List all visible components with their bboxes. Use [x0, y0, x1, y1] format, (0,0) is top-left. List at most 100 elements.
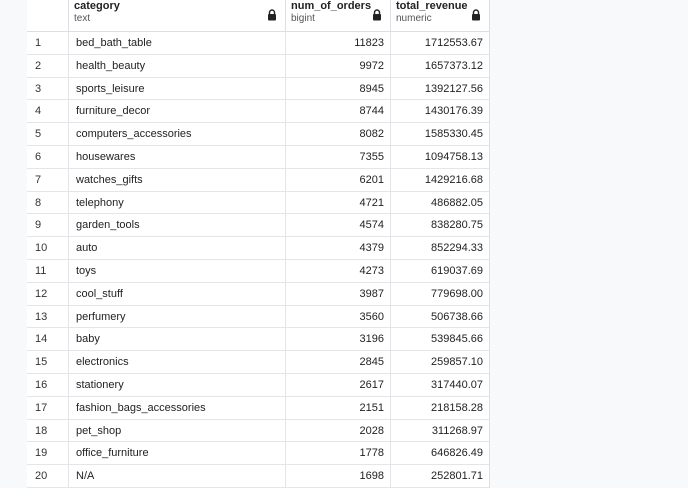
table-row[interactable]: 3 sports_leisure 8945 1392127.56: [27, 77, 489, 101]
column-header-total-revenue[interactable]: total_revenue numeric: [391, 0, 489, 31]
cell-num-of-orders[interactable]: 2151: [286, 396, 391, 419]
cell-num-of-orders[interactable]: 3987: [286, 282, 391, 305]
cell-num-of-orders[interactable]: 3560: [286, 305, 391, 328]
cell-category[interactable]: health_beauty: [69, 54, 286, 77]
cell-total-revenue[interactable]: 1392127.56: [391, 78, 489, 100]
cell-category[interactable]: toys: [69, 259, 286, 282]
cell-num-of-orders[interactable]: 8945: [286, 77, 391, 100]
table-row[interactable]: 14 baby 3196 539845.66: [27, 328, 489, 352]
table-row[interactable]: 2 health_beauty 9972 1657373.12: [27, 54, 489, 78]
table-row[interactable]: 1 bed_bath_table 11823 1712553.67: [27, 32, 489, 55]
cell-total-revenue[interactable]: 506738.66: [391, 306, 489, 328]
row-number[interactable]: 15: [27, 351, 69, 373]
row-number[interactable]: 20: [27, 465, 69, 487]
row-number[interactable]: 5: [27, 123, 69, 145]
cell-category[interactable]: cool_stuff: [69, 282, 286, 305]
cell-category[interactable]: perfumery: [69, 305, 286, 328]
row-number[interactable]: 2: [27, 54, 69, 77]
column-header-num-of-orders[interactable]: num_of_orders bigint: [286, 0, 391, 31]
cell-total-revenue[interactable]: 779698.00: [391, 283, 489, 305]
cell-total-revenue[interactable]: 1094758.13: [391, 146, 489, 168]
column-header-category[interactable]: category text: [69, 0, 286, 31]
row-number[interactable]: 19: [27, 442, 69, 465]
row-number[interactable]: 1: [27, 32, 69, 54]
cell-category[interactable]: fashion_bags_accessories: [69, 396, 286, 419]
table-row[interactable]: 17 fashion_bags_accessories 2151 218158.28: [27, 396, 489, 420]
row-number[interactable]: 6: [27, 145, 69, 168]
table-row[interactable]: 18 pet_shop 2028 311268.97: [27, 419, 489, 443]
cell-num-of-orders[interactable]: 8744: [286, 100, 391, 123]
cell-num-of-orders[interactable]: 7355: [286, 145, 391, 168]
row-number[interactable]: 13: [27, 305, 69, 328]
cell-category[interactable]: auto: [69, 237, 286, 259]
cell-num-of-orders[interactable]: 4721: [286, 191, 391, 214]
row-number[interactable]: 7: [27, 168, 69, 191]
table-row[interactable]: 16 stationery 2617 317440.07: [27, 373, 489, 397]
table-row[interactable]: 13 perfumery 3560 506738.66: [27, 305, 489, 329]
row-number[interactable]: 3: [27, 77, 69, 100]
cell-total-revenue[interactable]: 311268.97: [391, 420, 489, 442]
table-row[interactable]: 7 watches_gifts 6201 1429216.68: [27, 168, 489, 192]
table-row[interactable]: 8 telephony 4721 486882.05: [27, 191, 489, 215]
cell-num-of-orders[interactable]: 11823: [286, 32, 391, 54]
row-number[interactable]: 16: [27, 373, 69, 396]
cell-total-revenue[interactable]: 1712553.67: [391, 32, 489, 54]
table-row[interactable]: 6 housewares 7355 1094758.13: [27, 145, 489, 169]
cell-total-revenue[interactable]: 1585330.45: [391, 123, 489, 145]
cell-category[interactable]: telephony: [69, 191, 286, 214]
row-number[interactable]: 18: [27, 419, 69, 442]
table-row[interactable]: 10 auto 4379 852294.33: [27, 237, 489, 260]
cell-total-revenue[interactable]: 838280.75: [391, 214, 489, 236]
cell-num-of-orders[interactable]: 9972: [286, 54, 391, 77]
cell-num-of-orders[interactable]: 3196: [286, 328, 391, 351]
row-number[interactable]: 12: [27, 282, 69, 305]
cell-category[interactable]: pet_shop: [69, 419, 286, 442]
cell-category[interactable]: sports_leisure: [69, 77, 286, 100]
cell-num-of-orders[interactable]: 4273: [286, 259, 391, 282]
row-number[interactable]: 11: [27, 259, 69, 282]
cell-total-revenue[interactable]: 252801.71: [391, 465, 489, 487]
cell-category[interactable]: garden_tools: [69, 214, 286, 237]
cell-category[interactable]: electronics: [69, 351, 286, 373]
table-row[interactable]: 4 furniture_decor 8744 1430176.39: [27, 100, 489, 124]
table-row[interactable]: 20 N/A 1698 252801.71: [27, 465, 489, 488]
cell-total-revenue[interactable]: 1657373.12: [391, 55, 489, 77]
row-number[interactable]: 9: [27, 214, 69, 237]
cell-num-of-orders[interactable]: 2028: [286, 419, 391, 442]
row-number[interactable]: 8: [27, 191, 69, 214]
cell-num-of-orders[interactable]: 1778: [286, 442, 391, 465]
cell-num-of-orders[interactable]: 4379: [286, 237, 391, 259]
cell-category[interactable]: housewares: [69, 145, 286, 168]
cell-total-revenue[interactable]: 539845.66: [391, 328, 489, 350]
cell-category[interactable]: baby: [69, 328, 286, 351]
cell-total-revenue[interactable]: 646826.49: [391, 442, 489, 464]
cell-category[interactable]: office_furniture: [69, 442, 286, 465]
row-number[interactable]: 4: [27, 100, 69, 123]
cell-num-of-orders[interactable]: 8082: [286, 123, 391, 145]
row-number[interactable]: 17: [27, 396, 69, 419]
cell-total-revenue[interactable]: 317440.07: [391, 374, 489, 396]
table-row[interactable]: 5 computers_accessories 8082 1585330.45: [27, 123, 489, 146]
table-row[interactable]: 12 cool_stuff 3987 779698.00: [27, 282, 489, 306]
cell-category[interactable]: bed_bath_table: [69, 32, 286, 54]
table-row[interactable]: 9 garden_tools 4574 838280.75: [27, 214, 489, 238]
cell-num-of-orders[interactable]: 2617: [286, 373, 391, 396]
table-row[interactable]: 19 office_furniture 1778 646826.49: [27, 442, 489, 466]
cell-category[interactable]: watches_gifts: [69, 168, 286, 191]
cell-total-revenue[interactable]: 259857.10: [391, 351, 489, 373]
cell-num-of-orders[interactable]: 2845: [286, 351, 391, 373]
cell-total-revenue[interactable]: 486882.05: [391, 192, 489, 214]
cell-category[interactable]: stationery: [69, 373, 286, 396]
row-number[interactable]: 10: [27, 237, 69, 259]
cell-category[interactable]: furniture_decor: [69, 100, 286, 123]
table-row[interactable]: 15 electronics 2845 259857.10: [27, 351, 489, 374]
cell-category[interactable]: N/A: [69, 465, 286, 487]
cell-total-revenue[interactable]: 218158.28: [391, 397, 489, 419]
row-number[interactable]: 14: [27, 328, 69, 351]
cell-category[interactable]: computers_accessories: [69, 123, 286, 145]
cell-total-revenue[interactable]: 619037.69: [391, 260, 489, 282]
cell-total-revenue[interactable]: 1430176.39: [391, 100, 489, 122]
cell-total-revenue[interactable]: 852294.33: [391, 237, 489, 259]
table-row[interactable]: 11 toys 4273 619037.69: [27, 259, 489, 283]
cell-total-revenue[interactable]: 1429216.68: [391, 169, 489, 191]
